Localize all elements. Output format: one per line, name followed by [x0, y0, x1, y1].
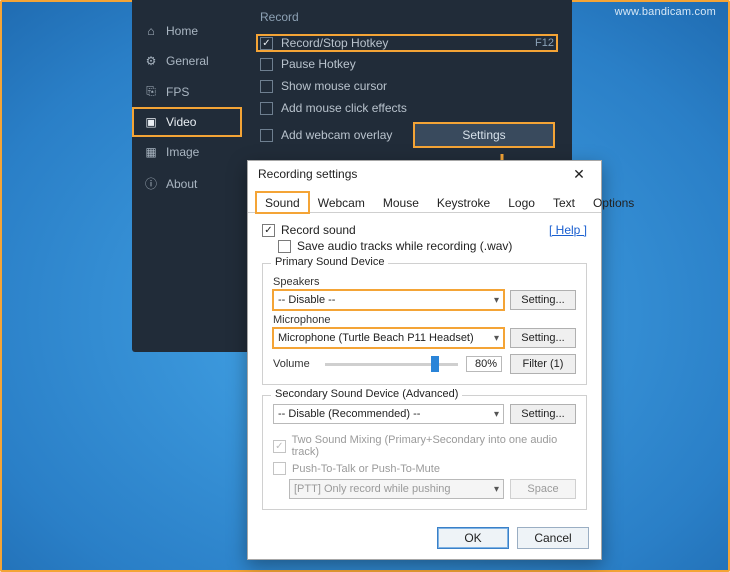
combo-value: Microphone (Turtle Beach P11 Headset) — [278, 332, 474, 344]
sidebar-item-about[interactable]: ⓘ About — [132, 167, 242, 200]
checkbox-icon[interactable] — [260, 58, 273, 71]
cancel-button[interactable]: Cancel — [517, 527, 589, 549]
filter-button[interactable]: Filter (1) — [510, 354, 576, 374]
tab-sound[interactable]: Sound — [256, 192, 309, 213]
hotkey-value: F12 — [535, 37, 554, 49]
secondary-setting-button[interactable]: Setting... — [510, 404, 576, 424]
ptt-checkbox — [273, 462, 286, 475]
sidebar-item-video[interactable]: ▣ Video — [132, 107, 242, 137]
dialog-title: Recording settings — [258, 167, 357, 181]
two-sound-mixing-label: Two Sound Mixing (Primary+Secondary into… — [292, 434, 576, 458]
option-show-cursor[interactable]: Show mouse cursor — [260, 75, 554, 97]
combo-value: -- Disable -- — [278, 294, 335, 306]
speakers-setting-button[interactable]: Setting... — [510, 290, 576, 310]
info-icon: ⓘ — [144, 175, 158, 192]
sidebar-item-label: FPS — [166, 85, 189, 99]
chevron-down-icon: ▾ — [494, 295, 499, 306]
save-wav-label: Save audio tracks while recording (.wav) — [297, 239, 512, 253]
sidebar: ⌂ Home ⚙ General ⎘ FPS ▣ Video ▦ Image ⓘ… — [132, 0, 242, 352]
ptt-mode-combo: [PTT] Only record while pushing ▾ — [289, 479, 504, 499]
watermark: www.bandicam.com — [615, 6, 716, 18]
sidebar-item-general[interactable]: ⚙ General — [132, 46, 242, 76]
tab-mouse[interactable]: Mouse — [374, 192, 428, 213]
option-record-hotkey[interactable]: Record/Stop Hotkey F12 — [256, 34, 558, 52]
secondary-combo[interactable]: -- Disable (Recommended) -- ▾ — [273, 404, 504, 424]
option-pause-hotkey[interactable]: Pause Hotkey — [260, 53, 554, 75]
save-wav-checkbox[interactable] — [278, 240, 291, 253]
ptt-key-button: Space — [510, 479, 576, 499]
sidebar-item-label: Image — [166, 145, 199, 159]
chevron-down-icon: ▾ — [494, 484, 499, 495]
checkbox-icon[interactable] — [260, 102, 273, 115]
desktop-background: www.bandicam.com ⌂ Home ⚙ General ⎘ FPS … — [0, 0, 730, 572]
gear-icon: ⚙ — [144, 54, 158, 68]
group-legend: Secondary Sound Device (Advanced) — [271, 388, 462, 400]
sidebar-item-label: General — [166, 54, 209, 68]
primary-sound-group: Primary Sound Device Speakers -- Disable… — [262, 263, 587, 385]
video-icon: ▣ — [144, 115, 158, 129]
tab-keystroke[interactable]: Keystroke — [428, 192, 499, 213]
speakers-label: Speakers — [273, 276, 576, 288]
sidebar-item-image[interactable]: ▦ Image — [132, 137, 242, 167]
dialog-tabs: Sound Webcam Mouse Keystroke Logo Text O… — [248, 191, 601, 213]
option-label: Pause Hotkey — [281, 57, 356, 71]
option-label: Record/Stop Hotkey — [281, 36, 388, 50]
microphone-label: Microphone — [273, 314, 576, 326]
ok-button[interactable]: OK — [437, 527, 509, 549]
checkbox-icon[interactable] — [260, 37, 273, 50]
volume-percent: 80% — [466, 356, 502, 372]
option-label: Show mouse cursor — [281, 79, 387, 93]
two-sound-mixing-checkbox — [273, 440, 286, 453]
group-legend: Primary Sound Device — [271, 256, 388, 268]
combo-value: -- Disable (Recommended) -- — [278, 408, 420, 420]
checkbox-icon[interactable] — [260, 129, 273, 142]
volume-label: Volume — [273, 358, 317, 370]
combo-value: [PTT] Only record while pushing — [294, 483, 451, 495]
record-sound-label: Record sound — [281, 223, 356, 237]
record-sound-checkbox[interactable] — [262, 224, 275, 237]
close-button[interactable]: ✕ — [565, 167, 593, 181]
image-icon: ▦ — [144, 145, 158, 159]
sidebar-item-label: Home — [166, 24, 198, 38]
tab-options[interactable]: Options — [584, 192, 643, 213]
settings-button[interactable]: Settings — [414, 123, 554, 147]
speakers-combo[interactable]: -- Disable -- ▾ — [273, 290, 504, 310]
option-label: Add mouse click effects — [281, 101, 407, 115]
home-icon: ⌂ — [144, 24, 158, 38]
sidebar-item-label: About — [166, 177, 197, 191]
sidebar-item-label: Video — [166, 115, 196, 129]
slider-thumb[interactable] — [431, 356, 439, 372]
ptt-label: Push-To-Talk or Push-To-Mute — [292, 463, 440, 475]
recording-settings-dialog: Recording settings ✕ Sound Webcam Mouse … — [247, 160, 602, 560]
help-link[interactable]: [ Help ] — [549, 223, 587, 237]
option-webcam-overlay[interactable]: Add webcam overlay Settings — [260, 119, 554, 151]
option-click-effects[interactable]: Add mouse click effects — [260, 97, 554, 119]
checkbox-icon[interactable] — [260, 80, 273, 93]
chevron-down-icon: ▾ — [494, 409, 499, 420]
option-label: Add webcam overlay — [281, 128, 392, 142]
secondary-sound-group: Secondary Sound Device (Advanced) -- Dis… — [262, 395, 587, 510]
chevron-down-icon: ▾ — [494, 333, 499, 344]
tab-webcam[interactable]: Webcam — [309, 192, 374, 213]
microphone-setting-button[interactable]: Setting... — [510, 328, 576, 348]
sidebar-item-fps[interactable]: ⎘ FPS — [132, 76, 242, 107]
fps-icon: ⎘ — [144, 84, 158, 99]
sidebar-item-home[interactable]: ⌂ Home — [132, 16, 242, 46]
microphone-combo[interactable]: Microphone (Turtle Beach P11 Headset) ▾ — [273, 328, 504, 348]
section-title: Record — [260, 10, 554, 24]
tab-text[interactable]: Text — [544, 192, 584, 213]
volume-slider[interactable] — [325, 357, 458, 371]
tab-logo[interactable]: Logo — [499, 192, 544, 213]
